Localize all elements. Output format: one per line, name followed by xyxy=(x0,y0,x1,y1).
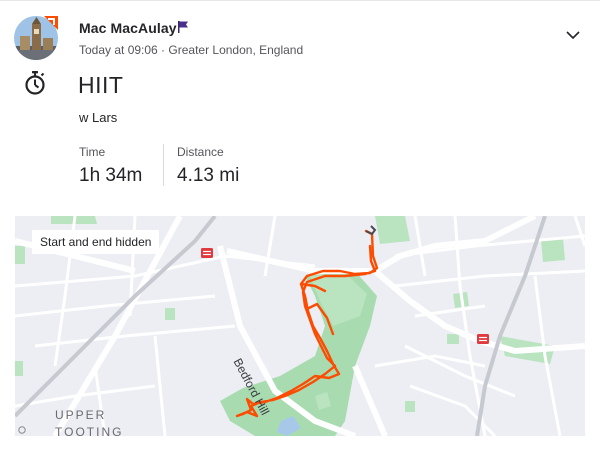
park xyxy=(405,401,415,412)
rail-station-icon xyxy=(477,334,489,344)
stopwatch-icon xyxy=(22,70,48,96)
place-label-line: TOOTING xyxy=(55,425,124,436)
card-divider xyxy=(0,0,600,1)
activity-title[interactable]: HIIT xyxy=(78,72,123,99)
park xyxy=(15,361,23,376)
stat-time: Time 1h 34m xyxy=(79,145,142,187)
place-label-line: UPPER xyxy=(55,408,107,422)
park xyxy=(15,246,25,264)
strava-badge-icon xyxy=(42,14,60,32)
activity-description: w Lars xyxy=(79,110,118,125)
chevron-down-icon xyxy=(566,31,580,40)
stat-value: 4.13 mi xyxy=(177,165,240,186)
rail-station-icon xyxy=(201,248,213,258)
stat-divider xyxy=(163,144,164,186)
park xyxy=(447,334,459,344)
activity-card: Mac MacAulay Today at 09:06 · Greater Lo… xyxy=(0,0,600,450)
place-label: UPPER TOOTING xyxy=(55,407,123,436)
privacy-note: Start and end hidden xyxy=(32,230,160,254)
stat-value: 1h 34m xyxy=(79,165,143,186)
activity-meta: Today at 09:06 · Greater London, England xyxy=(79,43,304,57)
stat-label: Time xyxy=(79,145,106,159)
park xyxy=(375,216,410,244)
athlete-name[interactable]: Mac MacAulay xyxy=(79,20,177,36)
stat-distance: Distance 4.13 mi xyxy=(177,145,239,187)
route-map[interactable]: Start and end hidden UPPER TOOTING Bedfo… xyxy=(15,216,585,436)
expand-button[interactable] xyxy=(562,24,584,46)
park xyxy=(165,308,175,320)
attribution-icon[interactable] xyxy=(18,426,26,434)
stat-label: Distance xyxy=(177,145,224,159)
park xyxy=(541,238,565,262)
flag-icon xyxy=(177,20,189,34)
